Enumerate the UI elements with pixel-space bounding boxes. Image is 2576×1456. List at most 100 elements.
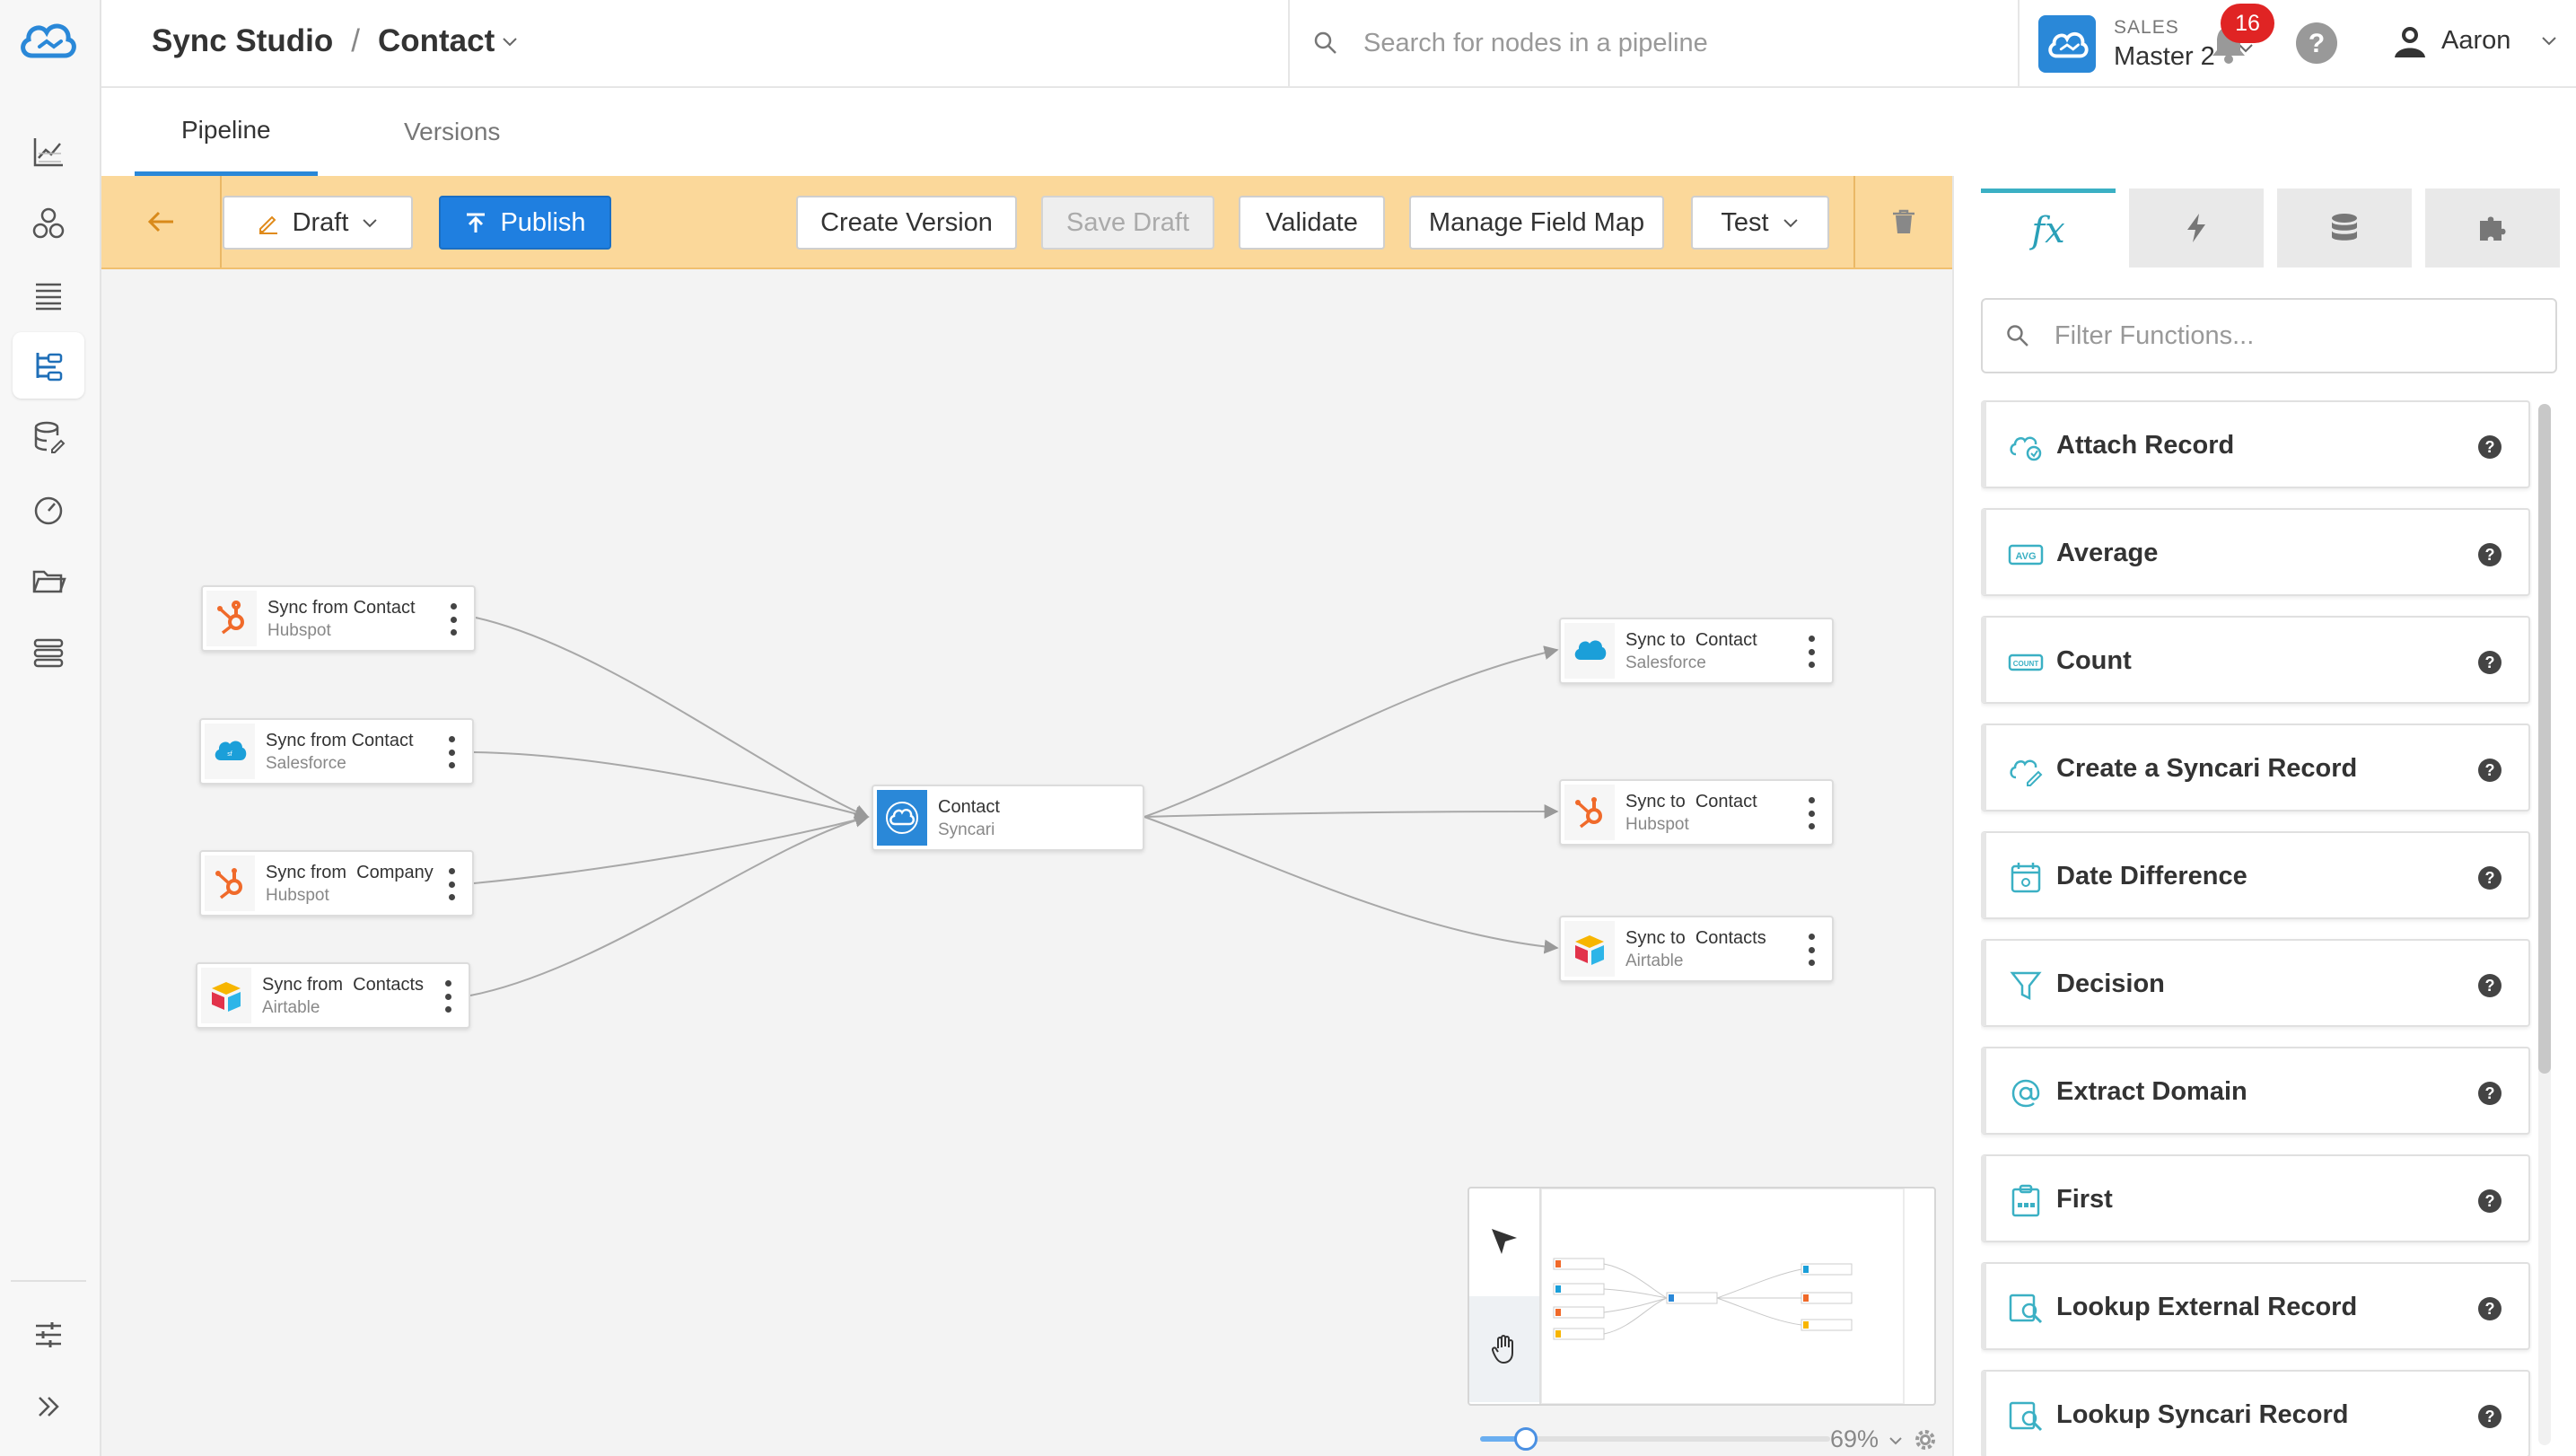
- pipeline-canvas[interactable]: Sync from Contact Hubspot sf Sync from C…: [101, 269, 1952, 1456]
- node-subtitle: Syncari: [938, 820, 995, 839]
- select-tool[interactable]: [1469, 1188, 1539, 1294]
- search-icon: [1314, 31, 1336, 54]
- edge-to-airtable: [1143, 816, 1559, 954]
- help-icon[interactable]: ?: [2478, 974, 2502, 997]
- node-search-input[interactable]: [1363, 28, 1974, 58]
- node-menu-icon[interactable]: [443, 980, 452, 1013]
- function-item-create-syncari-record[interactable]: Create a Syncari Record ?: [1981, 724, 2530, 811]
- rail-dashboard[interactable]: [13, 476, 84, 542]
- filter-functions-input[interactable]: [2054, 320, 2555, 351]
- node-menu-icon[interactable]: [1807, 636, 1816, 668]
- user-menu[interactable]: Aaron: [2391, 22, 2559, 59]
- rail-files[interactable]: [13, 548, 84, 614]
- tab-functions[interactable]: fx: [1981, 189, 2116, 268]
- draft-dropdown[interactable]: Draft: [223, 196, 413, 250]
- help-icon[interactable]: ?: [2478, 1189, 2502, 1213]
- target-node-airtable-contacts[interactable]: Sync to Contacts Airtable: [1559, 916, 1834, 982]
- gear-icon[interactable]: [1913, 1427, 1938, 1452]
- tab-plugins[interactable]: [2425, 189, 2560, 268]
- svg-text:?: ?: [2309, 29, 2325, 58]
- rail-list[interactable]: [13, 262, 84, 329]
- node-menu-icon[interactable]: [447, 868, 456, 900]
- test-dropdown[interactable]: Test: [1691, 196, 1829, 250]
- rail-expand[interactable]: [13, 1373, 84, 1440]
- function-item-extract-domain[interactable]: Extract Domain ?: [1981, 1047, 2530, 1135]
- function-item-lookup-syncari-record[interactable]: Lookup Syncari Record ?: [1981, 1370, 2530, 1456]
- function-label: Lookup External Record: [2056, 1293, 2358, 1321]
- node-menu-icon[interactable]: [1807, 934, 1816, 966]
- create-version-button[interactable]: Create Version: [796, 196, 1017, 250]
- target-node-salesforce-contact[interactable]: Sync to Contact Salesforce: [1559, 618, 1834, 684]
- pan-tool[interactable]: [1469, 1296, 1539, 1402]
- functions-panel: fx Attach Record ? AVG Average ? COUNT C…: [1952, 176, 2576, 1456]
- zoom-slider-handle[interactable]: [1513, 1427, 1538, 1451]
- node-menu-icon[interactable]: [449, 603, 458, 636]
- rail-sync-studio[interactable]: [13, 332, 84, 399]
- help-icon[interactable]: ?: [2478, 1297, 2502, 1320]
- function-item-lookup-external-record[interactable]: Lookup External Record ?: [1981, 1262, 2530, 1350]
- help-icon[interactable]: ?: [2478, 543, 2502, 566]
- source-node-hubspot-company[interactable]: Sync from Company Hubspot: [199, 850, 474, 917]
- rail-analytics[interactable]: [13, 118, 84, 185]
- edge-to-salesforce: [1143, 645, 1559, 818]
- help-icon[interactable]: ?: [2478, 651, 2502, 674]
- tab-versions[interactable]: Versions: [357, 88, 547, 176]
- edge-airtable-contacts: [469, 812, 870, 996]
- function-item-attach-record[interactable]: Attach Record ?: [1981, 400, 2530, 488]
- syncari-logo-icon[interactable]: [16, 16, 79, 63]
- delete-button[interactable]: [1853, 176, 1952, 268]
- help-icon[interactable]: ?: [2478, 1082, 2502, 1105]
- help-icon[interactable]: ?: [2478, 1405, 2502, 1428]
- svg-text:sf: sf: [227, 751, 232, 758]
- edge-hubspot-contact: [475, 617, 870, 819]
- function-label: Date Difference: [2056, 862, 2247, 890]
- rail-stack[interactable]: [13, 619, 84, 686]
- rail-entities[interactable]: [13, 190, 84, 257]
- save-draft-button[interactable]: Save Draft: [1041, 196, 1214, 250]
- center-node-contact[interactable]: Contact Syncari: [872, 785, 1144, 851]
- function-item-average[interactable]: AVG Average ?: [1981, 508, 2530, 596]
- list-icon: [36, 283, 61, 311]
- validate-button[interactable]: Validate: [1239, 196, 1385, 250]
- help-icon[interactable]: ?: [2478, 759, 2502, 782]
- node-title: Contact: [938, 797, 1000, 817]
- publish-button[interactable]: Publish: [439, 196, 611, 250]
- node-menu-icon[interactable]: [447, 736, 456, 768]
- function-item-count[interactable]: COUNT Count ?: [1981, 616, 2530, 704]
- target-node-hubspot-contact[interactable]: Sync to Contact Hubspot: [1559, 779, 1834, 846]
- chevron-down-icon[interactable]: [1888, 1433, 1904, 1449]
- function-item-date-difference[interactable]: Date Difference ?: [1981, 831, 2530, 919]
- puzzle-icon: [2480, 216, 2506, 241]
- node-menu-icon[interactable]: [1807, 797, 1816, 829]
- function-item-first[interactable]: First ?: [1981, 1154, 2530, 1242]
- tab-actions[interactable]: [2129, 189, 2264, 268]
- minimap-preview[interactable]: [1541, 1188, 1934, 1404]
- functions-scrollbar-thumb[interactable]: [2538, 404, 2551, 1074]
- help-icon[interactable]: ?: [2478, 435, 2502, 459]
- publish-label: Publish: [500, 207, 586, 237]
- source-node-salesforce-contact[interactable]: sf Sync from Contact Salesforce: [199, 718, 474, 785]
- breadcrumb-current[interactable]: Contact: [378, 23, 495, 59]
- manage-field-map-button[interactable]: Manage Field Map: [1409, 196, 1664, 250]
- help-icon[interactable]: ?: [2478, 866, 2502, 890]
- salesforce-icon: sf: [205, 724, 255, 779]
- chevron-down-icon[interactable]: [500, 31, 520, 51]
- tab-data-sources[interactable]: [2277, 189, 2412, 268]
- rail-data[interactable]: [13, 404, 84, 470]
- function-item-decision[interactable]: Decision ?: [1981, 939, 2530, 1027]
- edge-hubspot-company: [473, 812, 870, 884]
- minimap: [1468, 1187, 1936, 1406]
- sliders-icon: [36, 1322, 61, 1347]
- help-icon[interactable]: ?: [2294, 21, 2339, 66]
- back-button[interactable]: [101, 176, 222, 268]
- zoom-level[interactable]: 69%: [1830, 1425, 1879, 1453]
- node-title: Sync from Contact: [267, 598, 416, 618]
- zoom-control: 69%: [1473, 1422, 1940, 1454]
- node-subtitle: Airtable: [1625, 952, 1684, 970]
- source-node-hubspot-contact[interactable]: Sync from Contact Hubspot: [201, 585, 476, 652]
- tab-pipeline[interactable]: Pipeline: [135, 88, 318, 176]
- breadcrumb-root[interactable]: Sync Studio: [152, 23, 333, 59]
- source-node-airtable-contacts[interactable]: Sync from Contacts Airtable: [196, 962, 470, 1029]
- trash-icon: [1893, 209, 1914, 233]
- rail-settings[interactable]: [13, 1302, 84, 1368]
